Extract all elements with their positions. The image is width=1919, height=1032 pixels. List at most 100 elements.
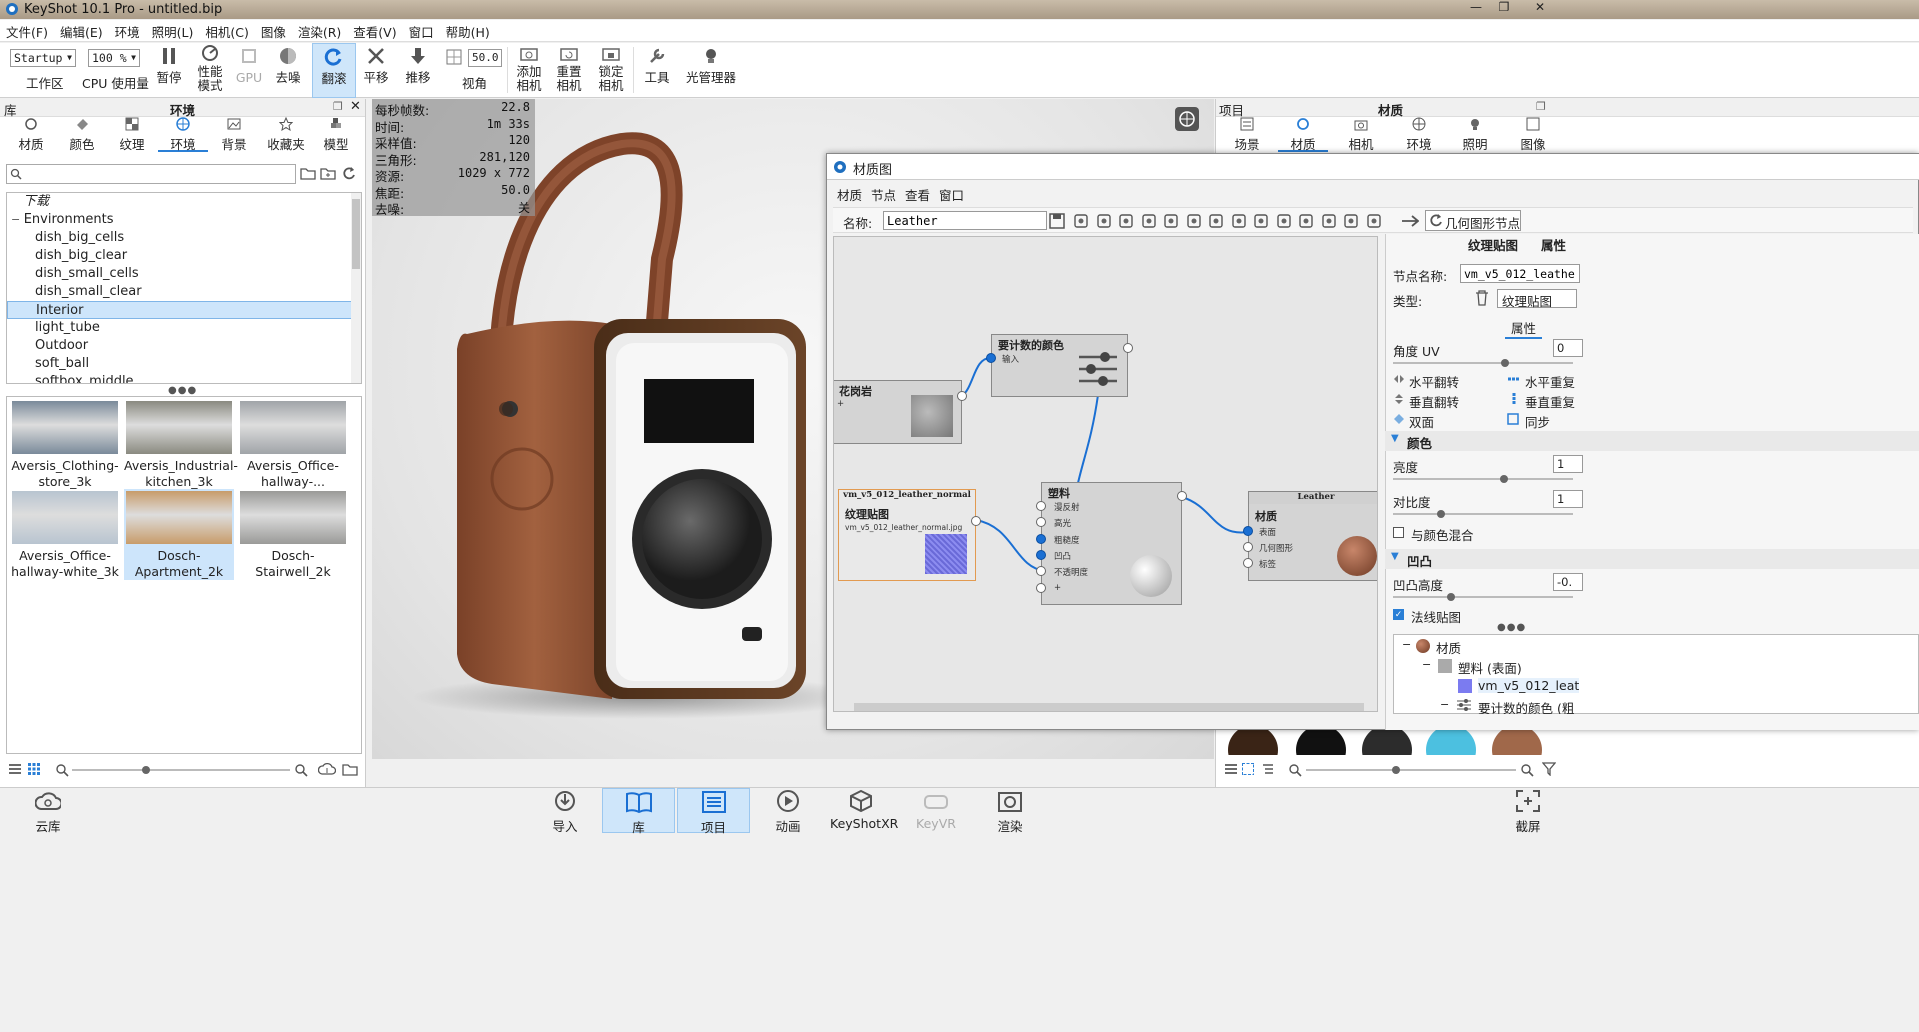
project-toggle-button[interactable]: 项目 <box>677 788 750 835</box>
tree-item[interactable]: dish_big_cells <box>7 229 361 247</box>
swatch-size-slider[interactable] <box>1306 769 1516 771</box>
minimize-button[interactable]: — <box>1462 0 1490 18</box>
environment-thumbnail[interactable]: Aversis_Office-hallway-white_3k <box>10 489 120 580</box>
node-add-icon[interactable] <box>1231 213 1247 232</box>
lock-icon[interactable] <box>1163 213 1179 232</box>
add-camera-button[interactable]: 添加 相机 <box>510 43 548 98</box>
tools-button[interactable]: 工具 <box>638 43 676 98</box>
zoom-out-icon[interactable] <box>1288 763 1302 780</box>
material-input-port[interactable] <box>1243 558 1253 568</box>
keyshotxr-button[interactable]: KeyShotXR <box>830 788 898 833</box>
environment-thumbnail[interactable]: Aversis_Clothing-store_3k <box>10 399 120 490</box>
tab-favorites[interactable]: 收藏夹 <box>260 116 312 152</box>
granite-output-port[interactable] <box>957 391 967 401</box>
viewport-network-icon[interactable] <box>1174 106 1200 135</box>
swatch-size-knob[interactable] <box>1392 766 1400 774</box>
cloud-library-button[interactable]: 云库 <box>28 788 68 834</box>
flip-horizontal-option[interactable]: 水平翻转 <box>1409 372 1459 391</box>
import-button[interactable]: 导入 <box>545 788 585 834</box>
checker-icon[interactable] <box>1096 213 1112 232</box>
tab-lighting[interactable]: 照明 <box>1452 118 1498 152</box>
material-input-port[interactable] <box>1243 526 1253 536</box>
texture-output-port[interactable] <box>971 516 981 526</box>
node-texture-map[interactable]: vm_v5_012_leather_normal 纹理贴图 vm_v5_012_… <box>838 489 981 581</box>
node-unlink-icon[interactable] <box>1298 213 1314 232</box>
angle-uv-knob[interactable] <box>1501 359 1509 367</box>
tree-root[interactable]: − Environments <box>7 211 361 229</box>
plastic-input-port[interactable] <box>1036 566 1046 577</box>
tree-item[interactable]: softbox_middle <box>7 373 361 383</box>
list-view-icon[interactable] <box>1224 763 1238 778</box>
tab-material[interactable]: 材质 <box>1278 118 1328 152</box>
splitter-handle[interactable]: ●●● <box>1497 622 1526 633</box>
node-name-input[interactable] <box>1460 264 1580 283</box>
zoom-out-icon[interactable] <box>55 763 69 780</box>
brightness-knob[interactable] <box>1500 475 1508 483</box>
dolly-button[interactable]: 推移 <box>400 43 436 98</box>
tab-image[interactable]: 图像 <box>1510 117 1556 152</box>
float-panel-icon[interactable]: ❐ <box>333 100 343 113</box>
thumbnail-size-knob[interactable] <box>142 766 150 774</box>
lock-camera-button[interactable]: 锁定 相机 <box>592 43 630 98</box>
menu-window[interactable]: 窗口 <box>403 20 440 41</box>
plastic-input-port[interactable] <box>1036 517 1046 528</box>
tab-environments[interactable]: 环境 <box>158 117 208 152</box>
search-input[interactable] <box>25 166 293 182</box>
float-panel-icon[interactable]: ❐ <box>1536 100 1546 113</box>
plastic-input-port[interactable] <box>1036 582 1046 593</box>
repeat-vertical-option[interactable]: 垂直重复 <box>1525 392 1575 411</box>
tab-scene[interactable]: 场景 <box>1224 117 1270 152</box>
bump-height-slider[interactable] <box>1393 596 1573 598</box>
folder-import-icon[interactable] <box>320 166 336 183</box>
contrast-input[interactable]: 1 <box>1553 490 1583 508</box>
environment-thumbnail[interactable]: Aversis_Industrial-kitchen_3k <box>124 399 238 490</box>
menu-help[interactable]: 帮助(H) <box>440 20 496 41</box>
brightness-input[interactable]: 1 <box>1553 455 1583 473</box>
sliders-icon[interactable] <box>1141 213 1157 232</box>
performance-mode-button[interactable]: 性能 模式 <box>190 43 230 98</box>
mg-menu-window[interactable]: 窗口 <box>939 185 964 204</box>
tree-item[interactable]: dish_big_clear <box>7 247 361 265</box>
environment-thumbnail[interactable]: Dosch- Apartment_2k <box>124 489 234 580</box>
tree-item[interactable]: dish_small_clear <box>7 283 361 301</box>
field-of-view-input[interactable]: 50.0 <box>468 49 502 67</box>
tree-item[interactable]: dish_small_cells <box>7 265 361 283</box>
menu-view[interactable]: 查看(V) <box>347 20 402 41</box>
node-group-icon[interactable] <box>1253 213 1269 232</box>
material-name-input[interactable] <box>883 211 1047 230</box>
folder-export-icon[interactable] <box>342 762 360 779</box>
node-graph-canvas[interactable]: 花岗岩 + 要计数的颜色 输入 vm_v5_012_leather_normal… <box>833 236 1378 712</box>
angle-uv-input[interactable]: 0 <box>1553 339 1583 357</box>
tab-colors[interactable]: 颜色 <box>60 118 104 152</box>
light-manager-button[interactable]: 光管理器 <box>680 43 742 98</box>
tree-item[interactable]: soft_ball <box>7 355 361 373</box>
geometry-node-button[interactable]: 几何图形节点 <box>1425 210 1521 231</box>
grid-view-icon[interactable] <box>1241 762 1255 778</box>
contrast-slider[interactable] <box>1393 513 1573 515</box>
flip-vertical-option[interactable]: 垂直翻转 <box>1409 392 1459 411</box>
menu-image[interactable]: 图像 <box>255 20 292 41</box>
thumbnail-size-slider[interactable] <box>72 769 290 771</box>
plastic-input-port[interactable] <box>1036 549 1046 560</box>
filter-icon[interactable] <box>1541 762 1557 779</box>
close-panel-icon[interactable]: ✕ <box>350 99 361 114</box>
denoise-button[interactable]: 去噪 <box>268 43 308 98</box>
tree-color-adjust[interactable]: 要计数的颜色 (粗 <box>1478 698 1574 714</box>
environment-thumbnail[interactable]: Dosch- Stairwell_2k <box>238 489 348 580</box>
close-button[interactable]: ✕ <box>1526 0 1554 18</box>
connect-node-icon[interactable] <box>1401 213 1420 232</box>
play-icon[interactable] <box>1118 213 1134 232</box>
gpu-button[interactable]: GPU <box>232 43 266 98</box>
restore-button[interactable]: ❐ <box>1490 0 1518 18</box>
node-granite[interactable]: 花岗岩 + <box>834 380 967 444</box>
bump-section-header[interactable]: ▼ 凹凸 <box>1385 549 1919 569</box>
copy-icon[interactable] <box>1208 213 1224 232</box>
menu-edit[interactable]: 编辑(E) <box>54 20 109 41</box>
tab-backgrounds[interactable]: 背景 <box>212 118 256 152</box>
zoom-100-icon[interactable] <box>1366 213 1382 232</box>
delete-icon[interactable] <box>1475 290 1489 309</box>
fit-view-icon[interactable] <box>1343 213 1359 232</box>
tree-item[interactable]: Interior <box>7 301 361 319</box>
render-button[interactable]: 渲染 <box>990 788 1030 834</box>
tree-plastic[interactable]: 塑料 (表面) <box>1458 658 1522 677</box>
